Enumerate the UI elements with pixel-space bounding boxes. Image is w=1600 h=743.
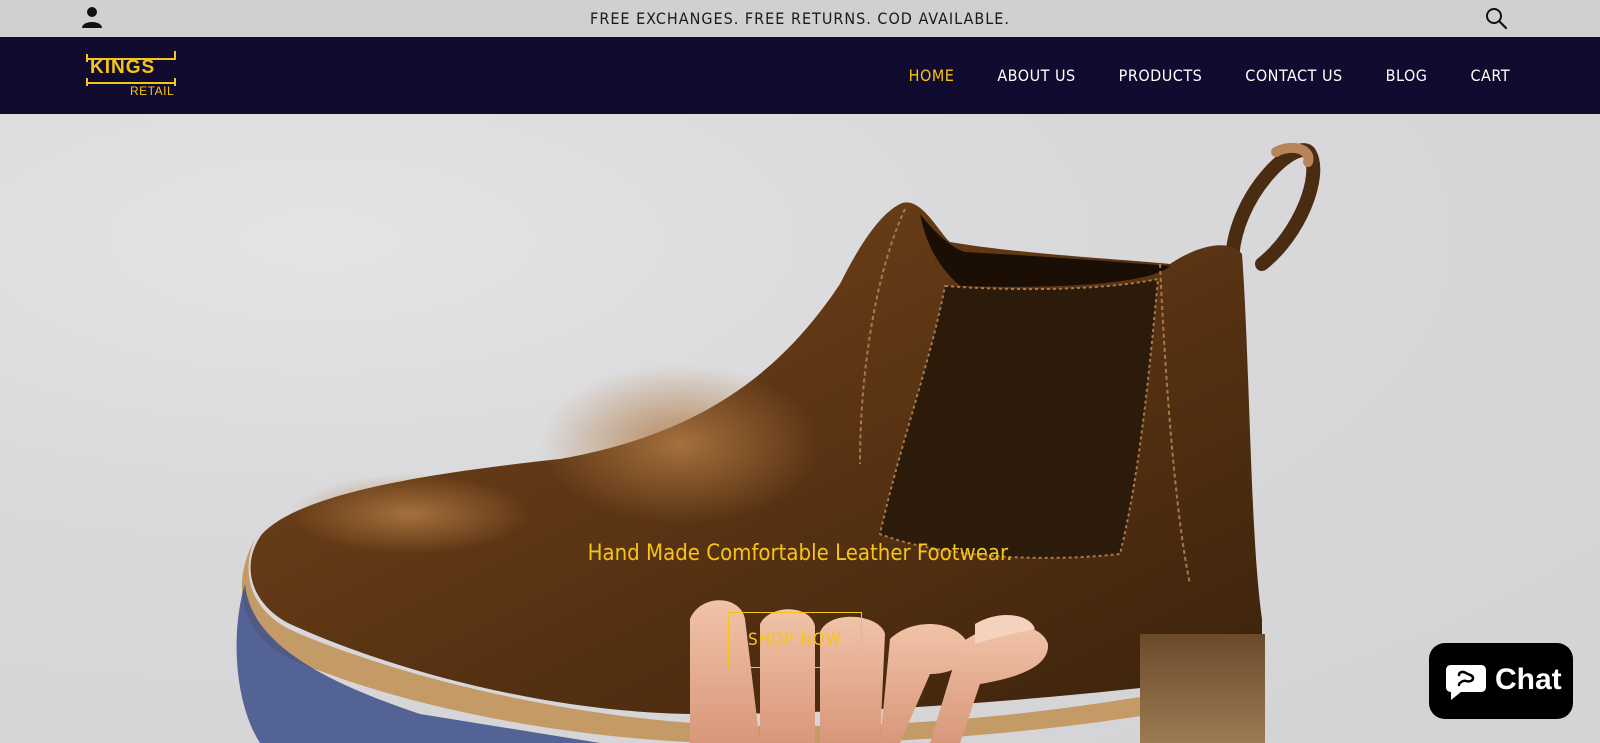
nav-item-products[interactable]: PRODUCTS <box>1119 66 1203 85</box>
chat-label: Chat <box>1495 663 1562 696</box>
hero-banner: Hand Made Comfortable Leather Footwear. … <box>0 114 1600 743</box>
site-header: KINGS RETAIL HOME ABOUT US PRODUCTS CONT… <box>0 37 1600 114</box>
logo-bracket <box>174 51 176 59</box>
hero-tagline: Hand Made Comfortable Leather Footwear. <box>587 541 1013 566</box>
nav-item-blog[interactable]: BLOG <box>1386 66 1428 85</box>
nav-item-home[interactable]: HOME <box>909 66 955 85</box>
logo-bracket <box>174 78 176 86</box>
main-nav: HOME ABOUT US PRODUCTS CONTACT US BLOG C… <box>866 37 1510 114</box>
shop-now-button[interactable]: SHOP NOW <box>728 612 862 668</box>
chat-bubble-icon <box>1446 665 1486 700</box>
announcement-bar: FREE EXCHANGES. FREE RETURNS. COD AVAILA… <box>0 0 1600 38</box>
logo-text-bottom: RETAIL <box>130 84 175 98</box>
nav-item-cart[interactable]: CART <box>1470 66 1510 85</box>
logo-text-top: KINGS <box>90 57 156 78</box>
brand-logo[interactable]: KINGS RETAIL <box>86 51 178 101</box>
nav-item-about-us[interactable]: ABOUT US <box>997 66 1075 85</box>
chat-launcher-button[interactable]: Chat <box>1429 643 1573 719</box>
nav-item-contact-us[interactable]: CONTACT US <box>1245 66 1342 85</box>
search-icon[interactable] <box>1484 6 1508 30</box>
announcement-text: FREE EXCHANGES. FREE RETURNS. COD AVAILA… <box>590 9 1010 28</box>
